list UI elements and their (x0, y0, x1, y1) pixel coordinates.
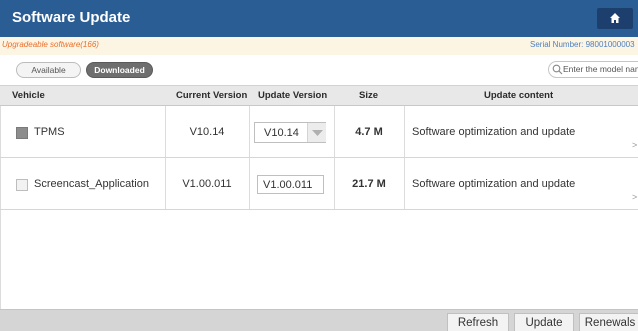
row-divider (249, 158, 250, 209)
window-title: Software Update (12, 9, 131, 26)
search-placeholder: Enter the model name (563, 64, 638, 74)
home-button[interactable] (597, 8, 633, 29)
update-version-select[interactable]: V10.14 (254, 122, 326, 143)
update-content: Software optimization and update (412, 178, 576, 190)
row-divider (249, 106, 250, 157)
home-icon (610, 13, 620, 23)
row-divider (0, 106, 1, 157)
scroll-indicator: > (632, 140, 638, 150)
dropdown-button[interactable] (307, 123, 326, 142)
refresh-button[interactable]: Refresh (447, 313, 509, 331)
row-checkbox[interactable] (16, 127, 28, 139)
update-version-value: V1.00.011 (263, 179, 313, 191)
upgradeable-count: Upgradeable software(166) (2, 40, 99, 49)
serial-number: Serial Number: 98001000003 (530, 40, 635, 49)
downloaded-tab[interactable]: Downloaded (86, 62, 153, 78)
serial-value: 98001000003 (585, 40, 635, 49)
current-version: V10.14 (189, 126, 225, 138)
row-divider (0, 158, 1, 209)
renewals-button[interactable]: Renewals (579, 313, 638, 331)
chevron-down-icon (312, 130, 323, 136)
column-current-version: Current Version (176, 90, 248, 101)
update-content: Software optimization and update (412, 126, 576, 138)
update-button[interactable]: Update (514, 313, 574, 331)
file-size: 4.7 M (355, 126, 383, 138)
column-update-version: Update Version (258, 90, 328, 101)
row-checkbox[interactable] (16, 179, 28, 191)
table-header: Vehicle Current Version Update Version S… (0, 85, 638, 106)
update-version-value: V10.14 (264, 127, 299, 139)
column-size: Size (359, 90, 379, 101)
update-version-field[interactable]: V1.00.011 (257, 175, 324, 194)
current-version: V1.00.011 (182, 178, 232, 190)
search-icon (552, 64, 563, 75)
available-tab[interactable]: Available (16, 62, 81, 78)
scroll-indicator: > (632, 192, 638, 202)
column-update-content: Update content (484, 90, 554, 101)
info-strip: Upgradeable software(166) Serial Number:… (0, 37, 638, 55)
vehicle-name: TPMS (34, 126, 65, 138)
table-row[interactable]: Screencast_Application V1.00.011 V1.00.0… (0, 158, 638, 210)
column-vehicle: Vehicle (12, 90, 45, 101)
search-input[interactable]: Enter the model name (548, 61, 638, 78)
row-divider (404, 158, 405, 209)
file-size: 21.7 M (352, 178, 386, 190)
footer-toolbar: Refresh Update Renewals (0, 309, 638, 331)
title-bar: Software Update (0, 0, 638, 37)
table-row[interactable]: TPMS V10.14 V10.14 4.7 M Software optimi… (0, 106, 638, 158)
row-divider (404, 106, 405, 157)
filter-row: Available Downloaded Enter the model nam… (0, 55, 638, 85)
vehicle-name: Screencast_Application (34, 178, 149, 190)
serial-label: Serial Number: (530, 40, 584, 49)
